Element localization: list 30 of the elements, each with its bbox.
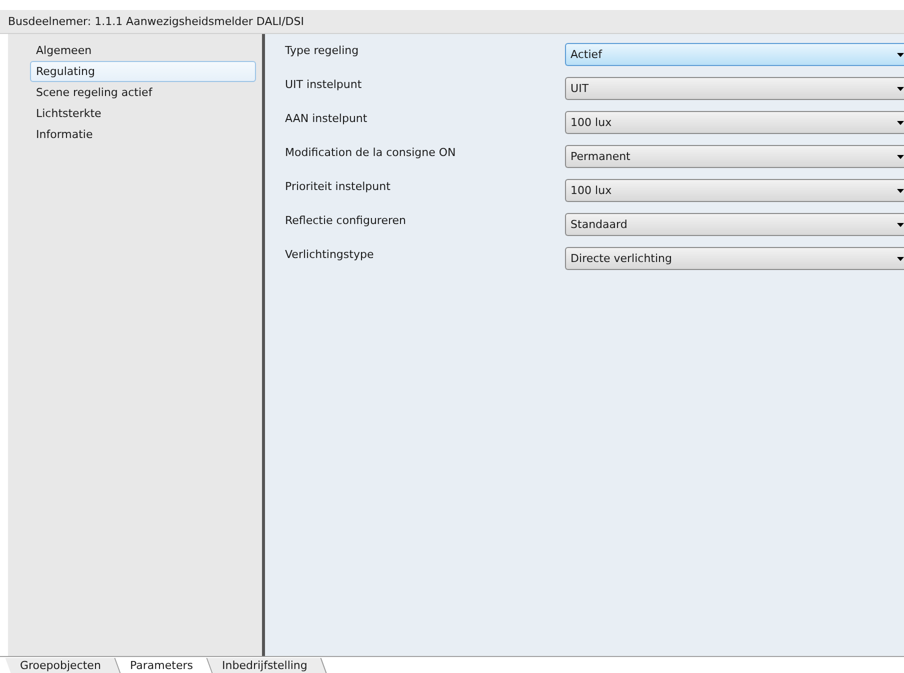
parameter-label: Prioriteit instelpunt <box>285 180 392 193</box>
dropdown[interactable]: Directe verlichting <box>564 247 904 270</box>
caret-icon <box>897 52 904 56</box>
sidebar-item[interactable]: Scene regeling actief <box>30 82 256 103</box>
caret-icon <box>897 86 904 90</box>
dropdown[interactable]: Actief <box>564 43 904 66</box>
dropdown[interactable]: 100 lux <box>564 179 904 202</box>
sidebar-item[interactable]: Regulating <box>30 61 256 82</box>
caret-icon <box>897 256 904 260</box>
dropdown[interactable]: Standaard <box>564 213 904 236</box>
sidebar-item[interactable]: Algemeen <box>30 40 256 61</box>
tab[interactable]: Parameters <box>115 658 213 673</box>
parameter-label: Verlichtingstype <box>285 248 375 261</box>
caret-icon <box>897 188 904 192</box>
parameter-label: AAN instelpunt <box>285 112 368 125</box>
sidebar-item[interactable]: Lichtsterkte <box>30 103 256 124</box>
tab[interactable]: Inbedrijfstelling <box>207 658 327 673</box>
parameter-label: UIT instelpunt <box>285 78 363 91</box>
caret-icon <box>897 154 904 158</box>
window-title: Busdeelnemer: 1.1.1 Aanwezigsheidsmelder DALI/DSI <box>0 10 904 34</box>
tab[interactable]: Groepobjecten <box>5 658 121 673</box>
dropdown[interactable]: Permanent <box>564 145 904 168</box>
parameter-label: Type regeling <box>285 44 360 57</box>
caret-icon <box>897 222 904 226</box>
sidebar-item[interactable]: Informatie <box>30 124 256 145</box>
caret-icon <box>897 120 904 124</box>
dropdown[interactable]: UIT <box>564 77 904 100</box>
parameter-label: Modification de la consigne ON <box>285 146 457 159</box>
dropdown[interactable]: 100 lux <box>564 111 904 134</box>
parameter-label: Reflectie configureren <box>285 214 407 227</box>
